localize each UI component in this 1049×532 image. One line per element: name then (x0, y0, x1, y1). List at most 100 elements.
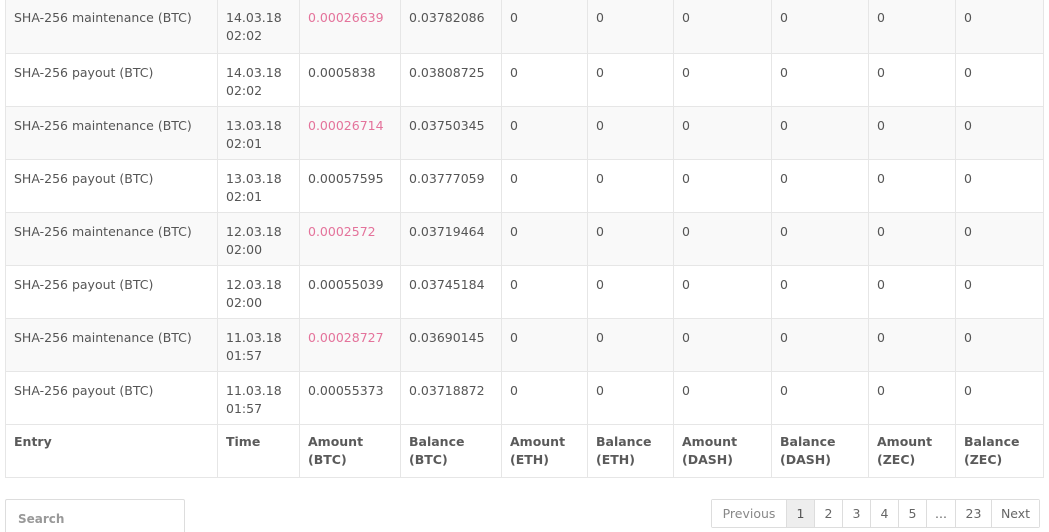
page-3-button[interactable]: 3 (842, 500, 870, 527)
balance-zec-header[interactable]: Balance (ZEC) (955, 423, 1044, 478)
time-date: 12.03.18 (226, 276, 282, 292)
time-cell: 12.03.18 02:00 (217, 211, 300, 266)
page-23-button[interactable]: 23 (955, 500, 991, 527)
balance-eth-cell: 0 (587, 317, 674, 372)
entry-header[interactable]: Entry (5, 423, 218, 478)
page-4-button[interactable]: 4 (870, 500, 898, 527)
balance-eth-cell: 0 (587, 105, 674, 160)
time-cell: 14.03.18 02:02 (217, 52, 300, 107)
balance-eth-cell: 0 (587, 264, 674, 319)
time-cell: 13.03.18 02:01 (217, 105, 300, 160)
amount-btc-cell: 0.0005838 (299, 52, 401, 107)
amount-zec-cell: 0 (868, 158, 956, 213)
amount-zec-header[interactable]: Amount (ZEC) (868, 423, 956, 478)
balance-zec-cell: 0 (955, 317, 1044, 372)
balance-dash-cell: 0 (771, 211, 869, 266)
time-clock: 02:02 (226, 28, 263, 43)
entry-cell: SHA-256 maintenance (BTC) (5, 0, 218, 54)
time-date: 11.03.18 (226, 329, 282, 345)
time-date: 14.03.18 (226, 10, 282, 25)
table-row: SHA-256 payout (BTC) 13.03.18 02:01 0.00057… (5, 158, 1044, 213)
amount-dash-cell: 0 (673, 158, 772, 213)
balance-eth-cell: 0 (587, 211, 674, 266)
amount-eth-cell: 0 (501, 370, 588, 425)
balance-dash-header[interactable]: Balance (DASH) (771, 423, 869, 478)
time-header[interactable]: Time (217, 423, 300, 478)
amount-btc-cell: 0.00055039 (299, 264, 401, 319)
search-input[interactable] (5, 499, 185, 532)
balance-eth-cell: 0 (587, 0, 674, 54)
balance-eth-cell: 0 (587, 158, 674, 213)
amount-btc-cell: 0.00026714 (299, 105, 401, 160)
balance-eth-header[interactable]: Balance (ETH) (587, 423, 674, 478)
balance-btc-cell: 0.03719464 (400, 211, 502, 266)
time-clock: 02:02 (226, 82, 263, 98)
time-date: 13.03.18 (226, 170, 282, 186)
time-date: 11.03.18 (226, 382, 282, 398)
amount-eth-cell: 0 (501, 158, 588, 213)
balance-zec-cell: 0 (955, 370, 1044, 425)
pagination: Previous 1 2 3 4 5... 23 Next (711, 499, 1040, 528)
amount-eth-header[interactable]: Amount (ETH) (501, 423, 588, 478)
amount-dash-cell: 0 (673, 52, 772, 107)
time-cell: 12.03.18 02:00 (217, 264, 300, 319)
amount-eth-cell: 0 (501, 317, 588, 372)
table-row: SHA-256 maintenance (BTC) 13.03.18 02:01 0.… (5, 105, 1044, 160)
previous-page-button[interactable]: Previous (712, 500, 786, 527)
balance-dash-cell: 0 (771, 0, 869, 54)
amount-zec-cell: 0 (868, 264, 956, 319)
amount-zec-cell: 0 (868, 317, 956, 372)
entry-cell: SHA-256 payout (BTC) (5, 52, 218, 107)
ledger-page: SHA-256 maintenance (BTC) 14.03.18 02:02 0.… (0, 0, 1049, 532)
page-2-button[interactable]: 2 (814, 500, 842, 527)
time-date: 14.03.18 (226, 64, 282, 80)
amount-eth-cell: 0 (501, 105, 588, 160)
balance-btc-cell: 0.03782086 (400, 0, 502, 54)
page-ellipsis: ... (926, 500, 955, 527)
entry-cell: SHA-256 maintenance (BTC) (5, 317, 218, 372)
entry-cell: SHA-256 payout (BTC) (5, 264, 218, 319)
amount-zec-cell: 0 (868, 0, 956, 54)
table-row: SHA-256 payout (BTC) 14.03.18 02:02 0.00058… (5, 52, 1044, 107)
balance-btc-cell: 0.03745184 (400, 264, 502, 319)
amount-btc-cell: 0.00055373 (299, 370, 401, 425)
time-clock: 01:57 (226, 400, 263, 416)
balance-btc-header[interactable]: Balance (BTC) (400, 423, 502, 478)
entry-cell: SHA-256 payout (BTC) (5, 158, 218, 213)
amount-btc-cell: 0.00057595 (299, 158, 401, 213)
entry-cell: SHA-256 payout (BTC) (5, 370, 218, 425)
time-date: 13.03.18 (226, 117, 282, 133)
amount-btc-cell: 0.00026639 (299, 0, 401, 54)
balance-dash-cell: 0 (771, 317, 869, 372)
amount-eth-cell: 0 (501, 0, 588, 54)
time-cell: 14.03.18 02:02 (217, 0, 300, 54)
next-page-button[interactable]: Next (991, 500, 1039, 527)
amount-zec-cell: 0 (868, 370, 956, 425)
ledger-table: SHA-256 maintenance (BTC) 14.03.18 02:02 0.… (5, 0, 1044, 478)
balance-btc-cell: 0.03750345 (400, 105, 502, 160)
balance-dash-cell: 0 (771, 370, 869, 425)
amount-dash-cell: 0 (673, 105, 772, 160)
balance-dash-cell: 0 (771, 158, 869, 213)
amount-eth-cell: 0 (501, 211, 588, 266)
balance-eth-cell: 0 (587, 370, 674, 425)
balance-dash-cell: 0 (771, 105, 869, 160)
amount-dash-header[interactable]: Amount (DASH) (673, 423, 772, 478)
balance-zec-cell: 0 (955, 52, 1044, 107)
amount-dash-cell: 0 (673, 0, 772, 54)
balance-zec-cell: 0 (955, 158, 1044, 213)
ledger-table-body: SHA-256 maintenance (BTC) 14.03.18 02:02 0.… (5, 0, 1044, 425)
page-5-button[interactable]: 5 (898, 500, 926, 527)
balance-btc-cell: 0.03808725 (400, 52, 502, 107)
balance-eth-cell: 0 (587, 52, 674, 107)
page-1-button[interactable]: 1 (786, 500, 814, 527)
balance-dash-cell: 0 (771, 52, 869, 107)
amount-btc-cell: 0.0002572 (299, 211, 401, 266)
amount-zec-cell: 0 (868, 52, 956, 107)
balance-zec-cell: 0 (955, 0, 1044, 54)
amount-zec-cell: 0 (868, 211, 956, 266)
amount-dash-cell: 0 (673, 211, 772, 266)
balance-zec-cell: 0 (955, 264, 1044, 319)
amount-btc-header[interactable]: Amount (BTC) (299, 423, 401, 478)
amount-eth-cell: 0 (501, 52, 588, 107)
